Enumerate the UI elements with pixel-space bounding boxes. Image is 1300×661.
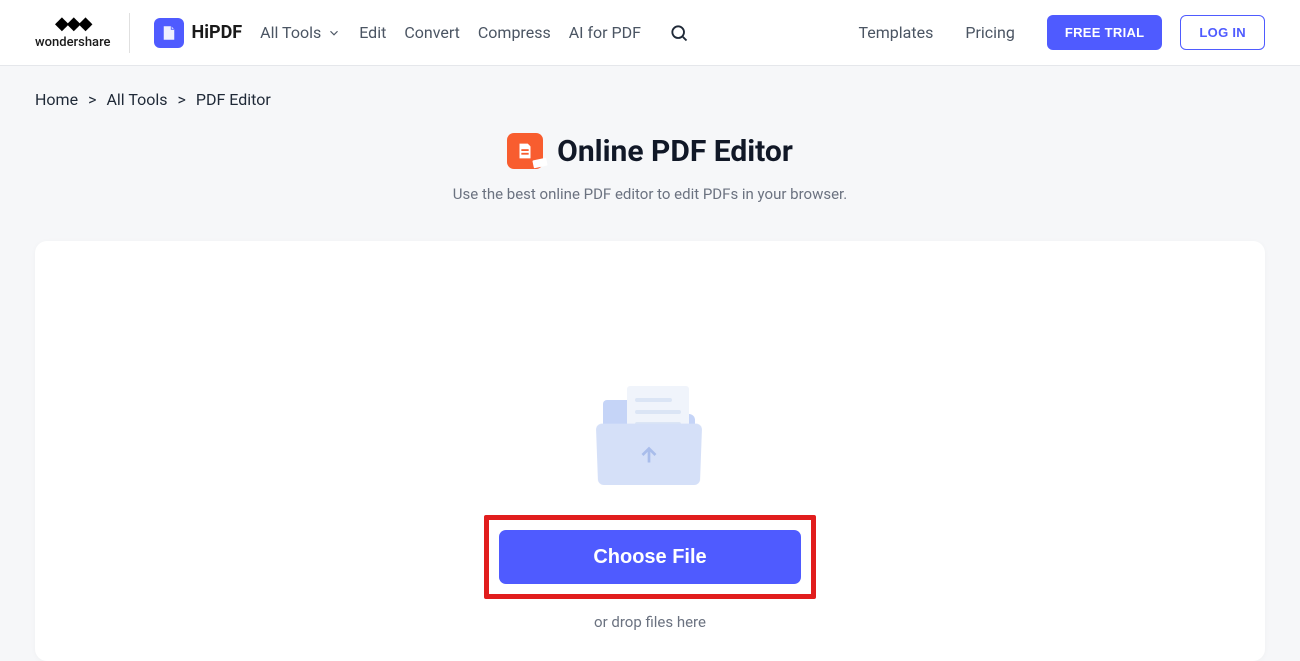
page-subtitle: Use the best online PDF editor to edit P… <box>0 185 1300 203</box>
chevron-down-icon <box>327 26 341 40</box>
page-title-row: Online PDF Editor <box>0 133 1300 169</box>
page-title: Online PDF Editor <box>557 134 793 169</box>
nav-pricing[interactable]: Pricing <box>965 23 1015 42</box>
search-button[interactable] <box>669 23 689 43</box>
pdf-editor-icon <box>507 133 543 169</box>
wondershare-text: wondershare <box>35 35 111 50</box>
nav-ai-for-pdf[interactable]: AI for PDF <box>569 23 641 42</box>
breadcrumb-home[interactable]: Home <box>35 90 78 109</box>
right-nav: Templates Pricing FREE TRIAL LOG IN <box>859 15 1265 50</box>
nav-edit-label: Edit <box>359 23 386 42</box>
page-header: Online PDF Editor Use the best online PD… <box>0 133 1300 203</box>
nav-compress[interactable]: Compress <box>478 23 551 42</box>
search-icon <box>669 23 689 43</box>
breadcrumb-pdf-editor[interactable]: PDF Editor <box>196 90 271 109</box>
breadcrumb-all-tools[interactable]: All Tools <box>106 90 167 109</box>
drop-files-hint: or drop files here <box>594 613 706 631</box>
wondershare-icon: ◆◆◆ <box>55 15 91 33</box>
highlight-annotation: Choose File <box>484 515 816 599</box>
breadcrumb-separator: > <box>88 90 96 109</box>
nav-all-tools[interactable]: All Tools <box>260 23 341 42</box>
choose-file-button[interactable]: Choose File <box>499 530 801 584</box>
wondershare-logo[interactable]: ◆◆◆ wondershare <box>35 15 111 50</box>
breadcrumb-separator: > <box>177 90 185 109</box>
hipdf-brand-text: HiPDF <box>192 22 243 43</box>
upload-card[interactable]: Choose File or drop files here <box>35 241 1265 661</box>
login-button[interactable]: LOG IN <box>1180 15 1265 50</box>
nav-ai-for-pdf-label: AI for PDF <box>569 23 641 42</box>
nav-templates[interactable]: Templates <box>859 23 934 42</box>
nav-edit[interactable]: Edit <box>359 23 386 42</box>
hipdf-logo[interactable]: HiPDF <box>154 18 243 48</box>
nav-all-tools-label: All Tools <box>260 23 321 42</box>
nav-compress-label: Compress <box>478 23 551 42</box>
upload-arrow-icon <box>636 442 662 468</box>
nav-convert[interactable]: Convert <box>404 23 460 42</box>
hipdf-icon <box>154 18 184 48</box>
primary-nav: All Tools Edit Convert Compress AI for P… <box>260 23 689 43</box>
header-divider <box>129 13 130 53</box>
top-header: ◆◆◆ wondershare HiPDF All Tools Edit Con… <box>0 0 1300 66</box>
free-trial-button[interactable]: FREE TRIAL <box>1047 15 1163 50</box>
nav-convert-label: Convert <box>404 23 460 42</box>
upload-folder-icon <box>595 386 705 491</box>
breadcrumb: Home > All Tools > PDF Editor <box>0 66 1300 127</box>
